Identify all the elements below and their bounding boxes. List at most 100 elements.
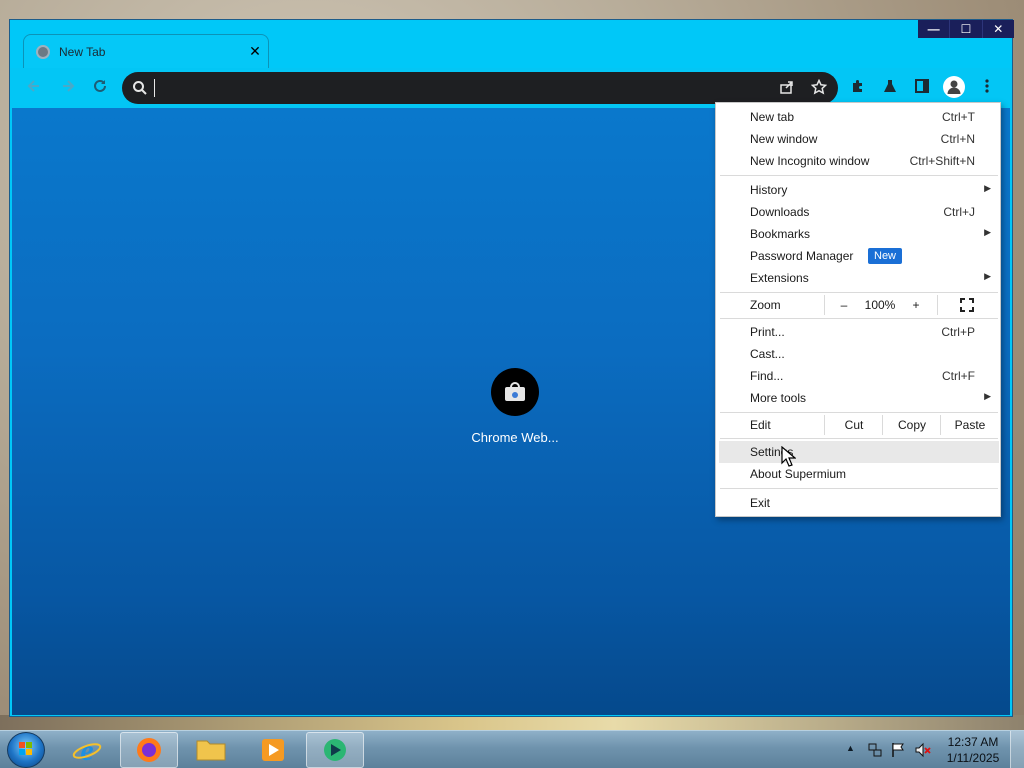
reload-icon [94,79,106,92]
zoom-level: 100% [864,298,896,312]
menu-item-history[interactable]: History ▶ [716,179,1000,201]
action-center-flag-icon[interactable] [890,741,906,762]
maximize-button[interactable]: ☐ [949,20,981,38]
cut-button[interactable]: Cut [826,413,882,437]
menu-separator [720,318,998,319]
kebab-menu-icon[interactable] [977,78,997,98]
clock-time: 12:37 AM [947,735,999,749]
menu-item-new-tab[interactable]: New tab Ctrl+T [716,106,1000,128]
zoom-out-button[interactable]: – [832,293,856,317]
submenu-arrow-icon: ▶ [984,391,991,401]
share-icon[interactable] [778,79,796,97]
windows-logo-icon [19,742,32,755]
menu-shortcut: Ctrl+N [940,132,975,146]
edit-divider [940,415,941,435]
menu-item-downloads[interactable]: Downloads Ctrl+J [716,201,1000,223]
menu-item-label: History [750,183,788,197]
submenu-arrow-icon: ▶ [984,227,991,237]
tray-expand-icon[interactable]: ▲ [846,743,855,753]
menu-item-exit[interactable]: Exit [716,492,1000,514]
menu-shortcut: Ctrl+P [941,325,975,339]
chrome-web-store-icon [491,368,539,416]
folder-icon [196,740,226,761]
taskbar-supermium[interactable] [306,732,364,768]
taskbar-media-player[interactable] [244,732,302,768]
bookmark-star-icon[interactable] [810,78,828,97]
labs-flask-icon[interactable] [880,78,900,98]
start-button[interactable] [7,732,45,768]
window-controls: — ☐ ✕ [918,20,1014,38]
tab-close-button[interactable]: ✕ [248,43,262,60]
menu-separator [720,438,998,439]
menu-item-label: About Supermium [750,467,847,481]
menu-separator [720,175,998,176]
globe-icon [36,45,50,59]
edit-divider [882,415,883,435]
menu-item-label: More tools [750,391,807,405]
menu-item-cast[interactable]: Cast... [716,343,1000,365]
taskbar-internet-explorer[interactable]: e [58,732,116,768]
zoom-label: Zoom [750,298,781,312]
shortcut-chrome-web-store[interactable]: Chrome Web... [460,368,570,445]
paste-button[interactable]: Paste [942,413,998,437]
menu-item-new-incognito-window[interactable]: New Incognito window Ctrl+Shift+N [716,150,1000,172]
omnibox[interactable] [122,72,838,104]
network-icon[interactable] [866,741,884,762]
menu-item-bookmarks[interactable]: Bookmarks ▶ [716,223,1000,245]
menu-item-label: Find... [750,369,784,383]
menu-item-extensions[interactable]: Extensions ▶ [716,267,1000,289]
fullscreen-icon [960,298,974,312]
zoom-in-button[interactable]: + [904,293,928,317]
taskbar-firefox[interactable] [120,732,178,768]
reload-button[interactable] [90,78,110,98]
fullscreen-button[interactable] [954,293,980,317]
tab-title: New Tab [59,45,106,59]
zoom-divider [824,295,825,315]
address-input[interactable] [154,79,754,97]
menu-item-label: Downloads [750,205,810,219]
menu-item-more-tools[interactable]: More tools ▶ [716,387,1000,409]
close-window-button[interactable]: ✕ [981,20,1014,38]
copy-button[interactable]: Copy [884,413,940,437]
menu-item-label: Cast... [750,347,785,361]
submenu-arrow-icon: ▶ [984,183,991,193]
menu-item-label: New window [750,132,818,146]
menu-edit-row: Edit Cut Copy Paste [716,413,1000,437]
menu-shortcut: Ctrl+J [943,205,975,219]
show-desktop-button[interactable] [1010,731,1024,768]
edit-divider [824,415,825,435]
forward-arrow-icon [63,80,75,92]
menu-item-settings[interactable]: Settings [719,441,999,463]
back-arrow-icon [27,80,39,92]
mouse-cursor-icon [781,446,796,467]
menu-item-print[interactable]: Print... Ctrl+P [716,321,1000,343]
menu-item-about[interactable]: About Supermium [716,463,1000,485]
menu-item-label: Print... [750,325,785,339]
menu-separator [720,488,998,489]
taskbar-file-explorer[interactable] [182,732,240,768]
menu-shortcut: Ctrl+F [942,369,975,383]
forward-button[interactable] [58,78,78,98]
tab-new-tab[interactable]: New Tab ✕ [23,34,269,68]
firefox-icon [137,738,161,762]
menu-item-label: Bookmarks [750,227,811,241]
minimize-button[interactable]: — [918,20,949,38]
menu-item-new-window[interactable]: New window Ctrl+N [716,128,1000,150]
menu-item-find[interactable]: Find... Ctrl+F [716,365,1000,387]
app-menu: New tab Ctrl+T New window Ctrl+N New Inc… [715,102,1001,517]
menu-item-label: Exit [750,496,771,510]
menu-shortcut: Ctrl+Shift+N [909,154,975,168]
profile-avatar-icon[interactable] [943,76,965,98]
system-clock[interactable]: 12:37 AM 1/11/2025 [940,734,1006,766]
menu-item-label: New tab [750,110,795,124]
submenu-arrow-icon: ▶ [984,271,991,281]
new-badge: New [868,248,903,264]
internet-explorer-icon: e [72,734,102,767]
side-panel-icon[interactable] [912,78,932,98]
supermium-icon [324,739,346,761]
extensions-puzzle-icon[interactable] [848,78,868,98]
volume-muted-icon[interactable] [914,741,932,762]
back-button[interactable] [24,78,44,98]
menu-item-password-manager[interactable]: Password Manager New [716,245,1000,267]
desktop-wallpaper [0,715,1024,730]
